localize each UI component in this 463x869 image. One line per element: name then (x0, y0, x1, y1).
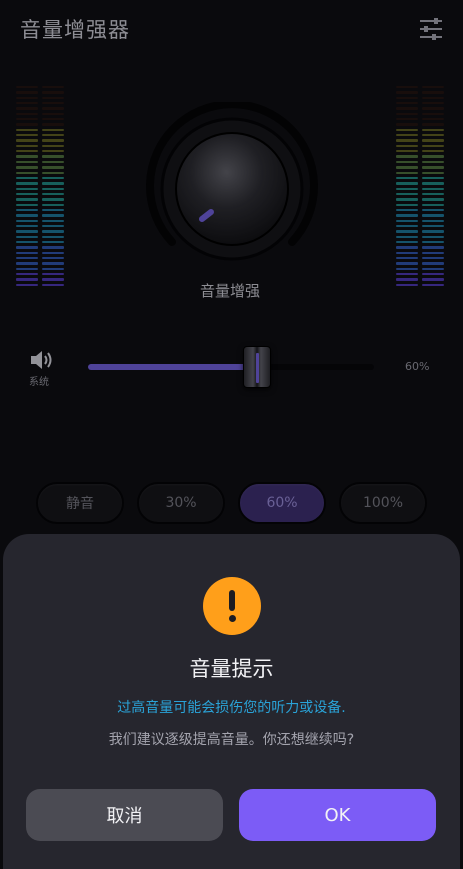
ok-button[interactable]: OK (239, 789, 436, 841)
dialog-warning-text: 过高音量可能会损伤您的听力或设备. (117, 700, 346, 716)
warning-icon (203, 577, 261, 635)
volume-booster-screen: 音量增强器 音量增强 系统 60% 静音 30% 60% 100% 音量提示 过… (0, 0, 463, 869)
cancel-button[interactable]: 取消 (26, 789, 223, 841)
dialog-body-text: 我们建议逐级提高音量。你还想继续吗? (108, 732, 355, 748)
volume-warning-dialog: 音量提示 过高音量可能会损伤您的听力或设备. 我们建议逐级提高音量。你还想继续吗… (3, 534, 460, 869)
dialog-title: 音量提示 (189, 657, 274, 681)
